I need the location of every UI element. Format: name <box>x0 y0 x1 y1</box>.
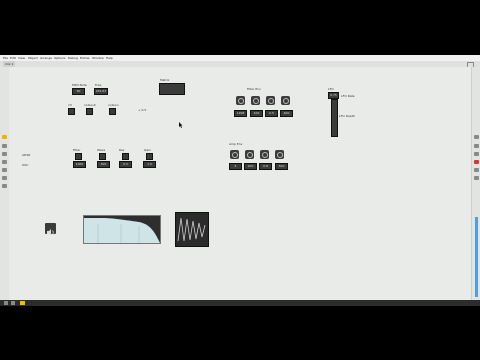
filter-decay-dial[interactable] <box>251 96 260 105</box>
toggle-icon[interactable] <box>2 168 7 172</box>
lock-icon[interactable] <box>4 301 8 305</box>
wave-number[interactable]: 300 <box>97 161 110 168</box>
amp-decay-dial[interactable] <box>245 150 254 159</box>
waveform <box>177 217 206 242</box>
mouse-cursor-icon <box>179 122 183 128</box>
audio-on-icon[interactable] <box>20 301 25 305</box>
comment-icon[interactable] <box>2 144 7 148</box>
filter-toggle[interactable] <box>75 153 82 160</box>
wave-label: Wave <box>97 148 106 152</box>
dial-icon[interactable] <box>2 184 7 188</box>
filter-decay-number[interactable]: 100 <box>250 110 263 117</box>
envelope-curve <box>84 216 160 243</box>
record-icon[interactable] <box>474 160 479 164</box>
oscilloscope[interactable] <box>175 212 209 247</box>
filter-attack-dial[interactable] <box>236 96 245 105</box>
midi-note-number[interactable]: 60 <box>72 88 85 95</box>
res-toggle[interactable] <box>122 153 129 160</box>
filter-sustain-number[interactable]: 0.5 <box>265 110 278 117</box>
message-icon[interactable] <box>2 152 7 156</box>
res-label: Res <box>119 148 125 152</box>
plus-object[interactable]: + 0.5 <box>138 108 146 112</box>
inspector-icon[interactable] <box>474 135 479 139</box>
patcher-canvas[interactable]: MIDI Note 60 Freq 261.63 Matrix ctl note… <box>9 67 471 300</box>
slider-icon[interactable] <box>2 176 7 180</box>
osc-label: OSC <box>22 163 29 167</box>
ctl-label: ctl <box>68 103 72 107</box>
status-bar <box>0 300 480 306</box>
right-toolbar <box>471 67 480 300</box>
amp-release-dial[interactable] <box>275 150 284 159</box>
filter-attack-number[interactable]: 1208 <box>234 110 247 117</box>
help-icon[interactable] <box>474 144 479 148</box>
res-number[interactable]: 0.5 <box>119 161 132 168</box>
number-icon[interactable] <box>2 160 7 164</box>
lfo-number[interactable]: 0.75 <box>328 92 339 99</box>
presentation-icon[interactable] <box>11 301 15 305</box>
amp-decay-number[interactable]: 200 <box>244 163 257 170</box>
filter-number[interactable]: 1000 <box>73 161 86 168</box>
noteout-toggle[interactable] <box>86 108 93 115</box>
amp-sustain-number[interactable]: 0.8 <box>259 163 272 170</box>
lfo-rate-label: LFO Rate <box>341 94 355 98</box>
speaker-icon[interactable] <box>45 223 56 236</box>
lfo-slider[interactable] <box>331 99 338 137</box>
filter-label: Filter <box>73 148 81 152</box>
filter-release-dial[interactable] <box>281 96 290 105</box>
gain-number[interactable]: 1.0 <box>143 161 156 168</box>
amp-release-number[interactable]: 500 <box>275 163 288 170</box>
ctl-toggle[interactable] <box>68 108 75 115</box>
browser-icon[interactable] <box>474 176 479 180</box>
lfo-label: LFO <box>328 87 334 91</box>
reference-icon[interactable] <box>474 152 479 156</box>
filter-env-label: Filter Env <box>247 87 261 91</box>
lfo-depth-label: LFO Depth <box>339 114 355 118</box>
amp-attack-number[interactable]: 5 <box>229 163 242 170</box>
add-object-icon[interactable] <box>2 135 7 139</box>
wave-toggle[interactable] <box>99 153 106 160</box>
function-graph[interactable] <box>83 215 161 244</box>
gain-toggle[interactable] <box>146 153 153 160</box>
gain-label: Gain <box>144 148 151 152</box>
freq-label: Freq <box>95 83 102 87</box>
scroll-indicator[interactable] <box>475 217 478 297</box>
noteon-label: noteon <box>108 103 119 107</box>
amp-sustain-dial[interactable] <box>260 150 269 159</box>
amp-env-label: Amp Env <box>229 142 243 146</box>
clue-icon[interactable] <box>474 168 479 172</box>
noteout-label: noteout <box>84 103 96 107</box>
noteon-toggle[interactable] <box>109 108 116 115</box>
filter-release-number[interactable]: 400 <box>280 110 293 117</box>
matrix-label: Matrix <box>160 78 170 82</box>
midi-note-label: MIDI Note <box>72 83 87 87</box>
filter-sustain-dial[interactable] <box>266 96 275 105</box>
speaker-glyph <box>47 229 54 236</box>
adsr-label: ADSR <box>22 153 31 157</box>
amp-attack-dial[interactable] <box>230 150 239 159</box>
matrix-grid[interactable] <box>159 83 185 95</box>
freq-number[interactable]: 261.63 <box>94 88 108 95</box>
